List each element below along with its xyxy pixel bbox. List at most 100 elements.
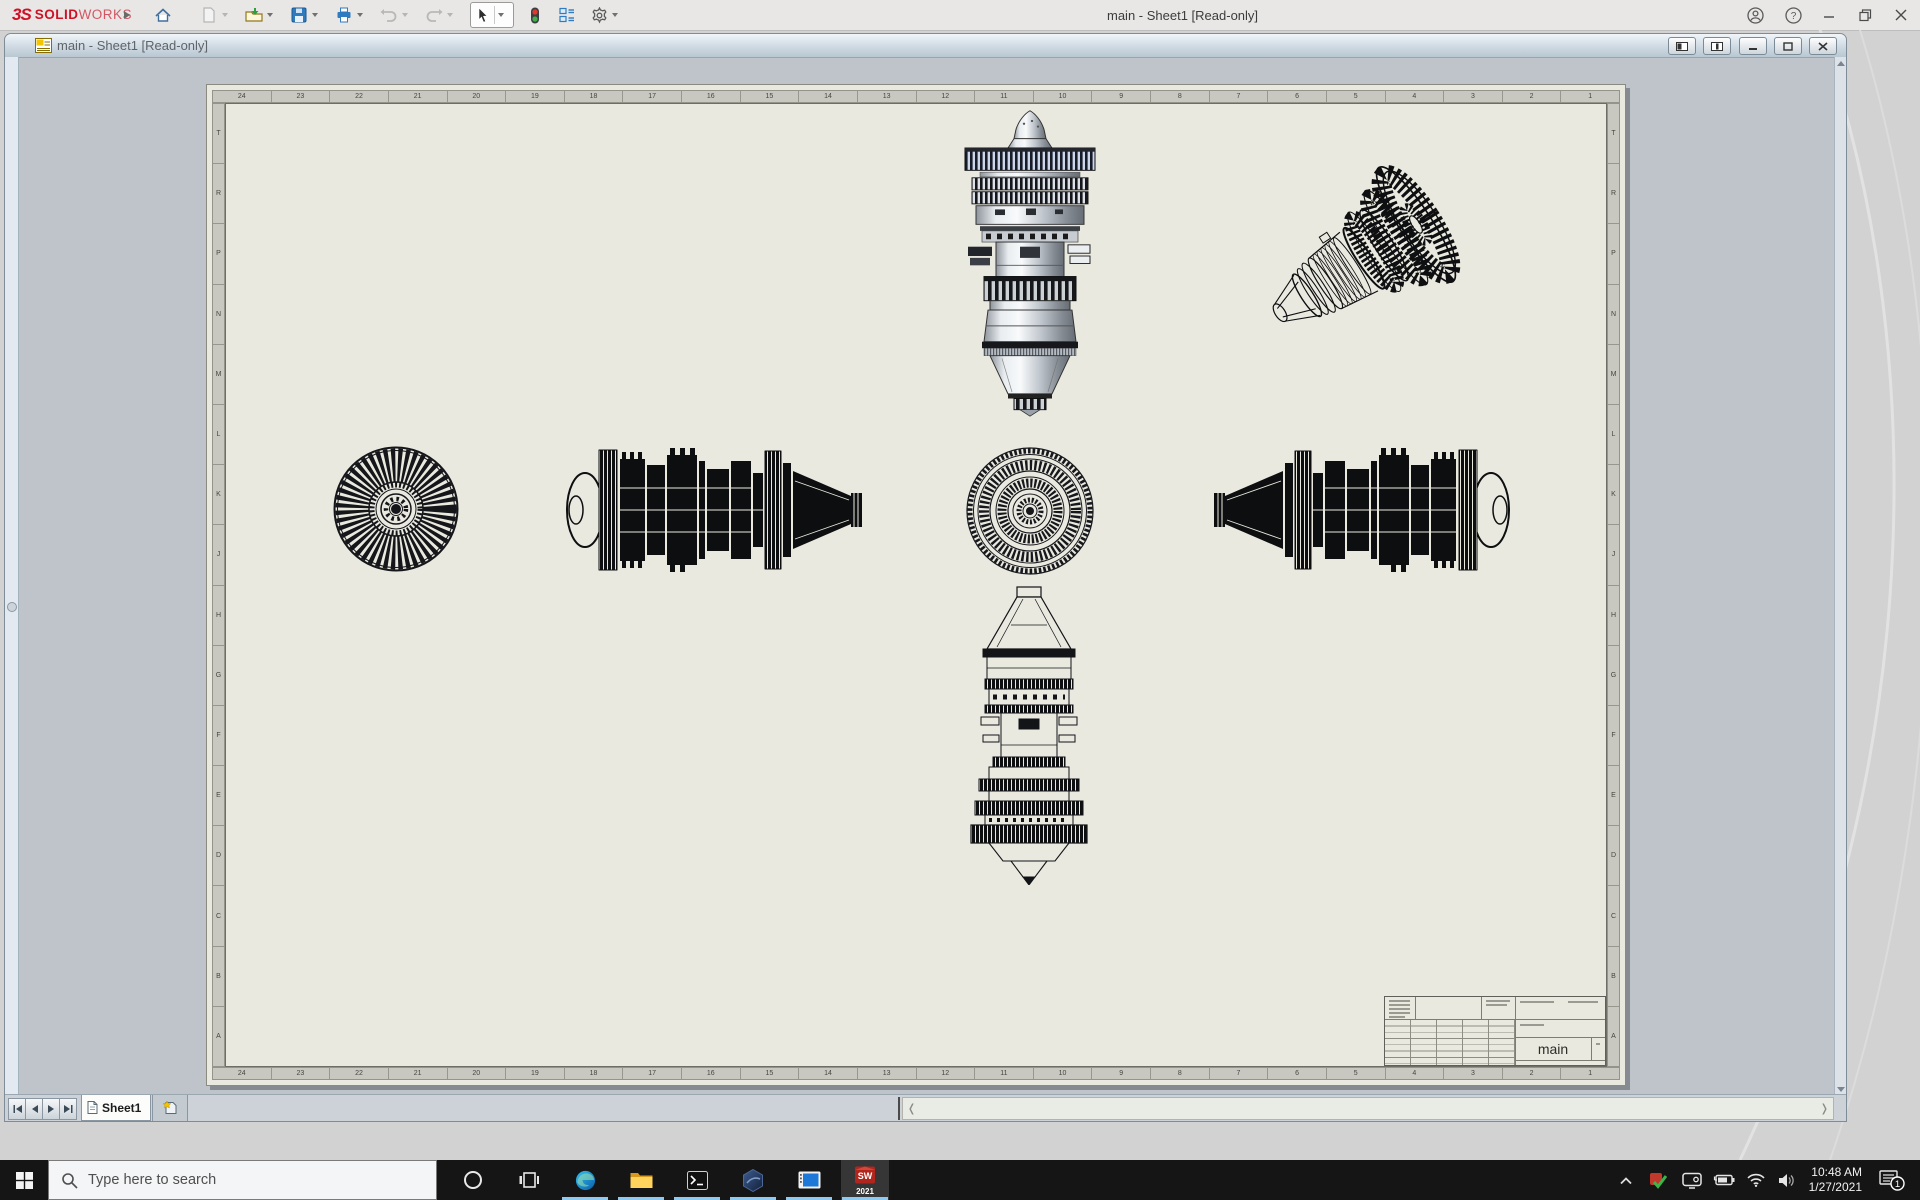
wifi-icon — [1747, 1173, 1765, 1187]
menu-expand-arrow-icon[interactable] — [116, 4, 138, 26]
save-button[interactable] — [288, 4, 310, 26]
home-button[interactable] — [152, 4, 174, 26]
account-button[interactable] — [1742, 6, 1768, 24]
zone-label: 3 — [1443, 1068, 1502, 1079]
taskbar-clock[interactable]: 10:48 AM 1/27/2021 — [1798, 1165, 1862, 1195]
pane-left-icon — [1676, 42, 1688, 51]
view-top-shaded[interactable] — [960, 107, 1100, 419]
view-side-left[interactable] — [559, 443, 864, 578]
doc-minimize-button[interactable] — [1739, 37, 1767, 55]
scroll-right-arrow-icon[interactable]: ❭ — [1820, 1102, 1829, 1115]
help-button[interactable]: ? — [1780, 6, 1806, 24]
display-camera-tray-button[interactable] — [1678, 1160, 1706, 1200]
open-button[interactable] — [243, 4, 265, 26]
restore-button[interactable] — [1852, 6, 1878, 24]
app-titlebar: 3S SOLIDWORKS — [0, 0, 1920, 31]
new-document-button[interactable] — [198, 4, 220, 26]
document-title: main - Sheet1 [Read-only] — [57, 38, 208, 53]
cortana-icon — [463, 1170, 483, 1190]
hexagon-app-icon — [742, 1169, 764, 1192]
view-bottom[interactable] — [959, 585, 1099, 885]
running-indicator — [618, 1197, 664, 1200]
select-tool-group[interactable] — [470, 2, 514, 28]
view-side-right[interactable] — [1212, 443, 1517, 578]
view-front[interactable] — [331, 444, 461, 574]
title-block: main — [1384, 996, 1606, 1066]
print-dropdown[interactable] — [354, 4, 366, 26]
panel-expand-knob[interactable] — [7, 602, 17, 612]
open-dropdown[interactable] — [264, 4, 276, 26]
undo-dropdown[interactable] — [399, 4, 411, 26]
new-document-dropdown[interactable] — [219, 4, 231, 26]
zone-label: 21 — [388, 1068, 447, 1079]
volume-tray-button[interactable] — [1772, 1160, 1800, 1200]
solidworks-tray-button[interactable] — [1644, 1160, 1672, 1200]
add-sheet-tab[interactable] — [152, 1095, 188, 1122]
solidworks-taskbar-button[interactable]: SW 2021 — [841, 1160, 889, 1200]
cortana-button[interactable] — [449, 1160, 497, 1200]
first-sheet-button[interactable] — [8, 1098, 26, 1120]
edge-button[interactable] — [561, 1160, 609, 1200]
collapsed-feature-panel[interactable] — [5, 57, 19, 1096]
action-center-button[interactable]: 1 — [1872, 1160, 1912, 1200]
reload-status-button[interactable] — [524, 4, 546, 26]
doc-close-button[interactable] — [1809, 37, 1837, 55]
zone-label: T — [1608, 104, 1619, 163]
zone-label: 19 — [505, 1068, 564, 1079]
redo-button[interactable] — [423, 4, 445, 26]
zone-label: N — [1608, 284, 1619, 344]
properties-button[interactable] — [556, 4, 578, 26]
last-sheet-button[interactable] — [59, 1098, 77, 1120]
tray-chevron-button[interactable] — [1612, 1160, 1640, 1200]
collapse-right-pane-button[interactable] — [1703, 37, 1731, 55]
search-icon — [61, 1172, 78, 1189]
view-back[interactable] — [964, 445, 1096, 577]
pane-splitter[interactable] — [898, 1097, 900, 1120]
collapse-left-pane-button[interactable] — [1668, 37, 1696, 55]
undo-button[interactable] — [378, 4, 400, 26]
zone-label: K — [213, 464, 224, 524]
drawing-sheet[interactable]: 242322212019181716151413121110987654321 … — [206, 84, 1626, 1086]
taskbar-search[interactable]: Type here to search — [48, 1160, 437, 1200]
command-prompt-button[interactable] — [673, 1160, 721, 1200]
svg-text:SW: SW — [858, 1171, 873, 1181]
app-title: main - Sheet1 [Read-only] — [1107, 8, 1258, 23]
title-block-notes — [1386, 998, 1413, 1018]
network-tray-button[interactable] — [1742, 1160, 1770, 1200]
close-button[interactable] — [1888, 6, 1914, 24]
document-titlebar[interactable]: main - Sheet1 [Read-only] — [5, 34, 1846, 58]
settings-dropdown[interactable] — [609, 4, 621, 26]
zone-label: 13 — [857, 91, 916, 102]
save-dropdown[interactable] — [309, 4, 321, 26]
redo-dropdown[interactable] — [444, 4, 456, 26]
zone-label: H — [1608, 585, 1619, 645]
add-sheet-icon — [163, 1101, 178, 1115]
tab-sheet1[interactable]: Sheet1 — [81, 1095, 151, 1121]
horizontal-scrollbar[interactable]: ❬ ❭ — [902, 1097, 1834, 1120]
zone-label: L — [1608, 404, 1619, 464]
chevron-up-icon — [1619, 1176, 1633, 1185]
media-app-button[interactable] — [785, 1160, 833, 1200]
doc-restore-button[interactable] — [1774, 37, 1802, 55]
start-button[interactable] — [0, 1160, 48, 1200]
running-indicator — [842, 1197, 888, 1200]
gear-icon — [591, 7, 608, 24]
zone-label: D — [1608, 825, 1619, 885]
account-icon — [1747, 7, 1764, 24]
file-explorer-button[interactable] — [617, 1160, 665, 1200]
prev-sheet-button[interactable] — [25, 1098, 43, 1120]
minimize-button[interactable] — [1816, 6, 1842, 24]
hexagon-app-button[interactable] — [729, 1160, 777, 1200]
zone-label: 14 — [798, 91, 857, 102]
vertical-scrollbar[interactable] — [1834, 57, 1847, 1096]
settings-button[interactable] — [588, 4, 610, 26]
task-view-button[interactable] — [505, 1160, 553, 1200]
next-sheet-button[interactable] — [42, 1098, 60, 1120]
view-isometric[interactable] — [1239, 155, 1509, 365]
zone-label: 10 — [1033, 91, 1092, 102]
save-icon — [291, 7, 307, 23]
scroll-left-arrow-icon[interactable]: ❬ — [907, 1102, 916, 1115]
battery-tray-button[interactable] — [1710, 1160, 1738, 1200]
print-button[interactable] — [333, 4, 355, 26]
running-indicator — [730, 1197, 776, 1200]
